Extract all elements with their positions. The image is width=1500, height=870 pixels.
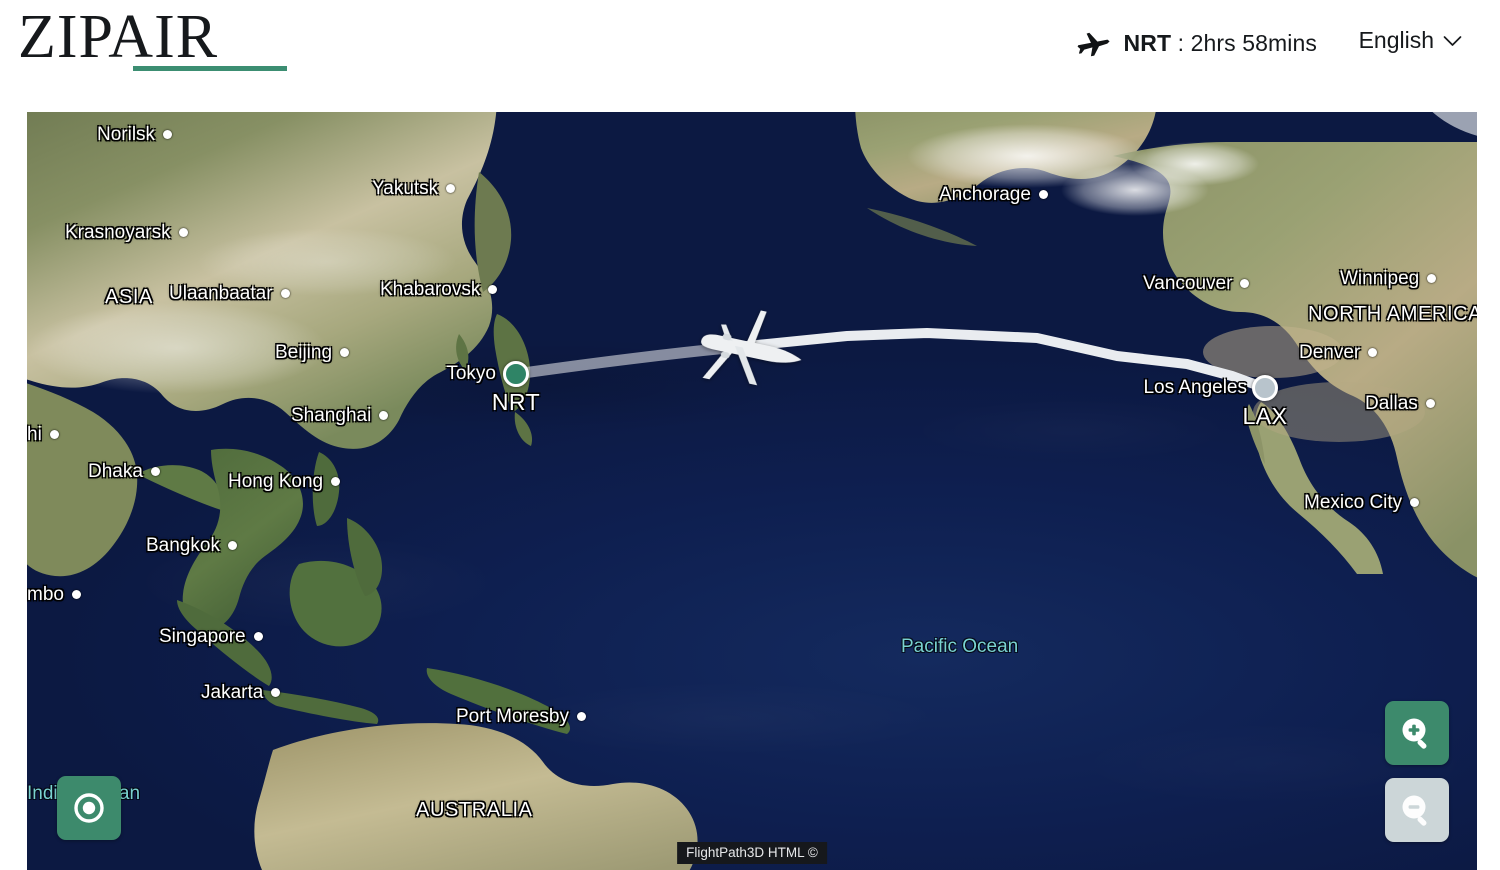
map-label-hong-kong: Hong Kong bbox=[228, 471, 341, 492]
map-label-text: Dhaka bbox=[88, 461, 143, 482]
map-label-text: Mexico City bbox=[1304, 492, 1403, 513]
city-dot-marker bbox=[163, 130, 173, 139]
map-label-text: Norilsk bbox=[97, 124, 156, 145]
map-label-text: Hong Kong bbox=[228, 471, 324, 492]
map-label-text: Singapore bbox=[159, 626, 246, 647]
city-dot-marker bbox=[340, 348, 350, 357]
city-dot-marker bbox=[1410, 498, 1420, 507]
airplane-icon bbox=[1077, 32, 1110, 57]
map-label-jakarta: Jakarta bbox=[201, 682, 281, 703]
map-label-text: Port Moresby bbox=[456, 706, 569, 727]
map-label-krasnoyarsk: Krasnoyarsk bbox=[65, 223, 188, 242]
flight-status: NRT : 2hrs 58mins bbox=[1077, 28, 1317, 58]
flight-map[interactable]: Tokyo NRT Los Angeles LAX Norilsk Yakutsk… bbox=[27, 112, 1477, 870]
city-dot-marker bbox=[576, 712, 586, 721]
flight-origin-code: NRT bbox=[1123, 29, 1172, 56]
zipair-logo[interactable]: ZIPAIR bbox=[18, 6, 218, 68]
map-label-text: Dallas bbox=[1365, 393, 1418, 414]
flight-status-separator: : bbox=[1171, 29, 1191, 56]
city-dot-marker bbox=[488, 285, 498, 294]
city-dot-marker bbox=[271, 688, 281, 697]
map-label-text: Winnipeg bbox=[1340, 268, 1420, 289]
map-label-text: Beijing bbox=[275, 342, 333, 363]
map-label-text: AUSTRALIA bbox=[416, 799, 533, 821]
map-label-text: Krasnoyarsk bbox=[65, 222, 171, 243]
map-label-beijing: Beijing bbox=[275, 342, 350, 363]
language-selector[interactable]: English bbox=[1359, 27, 1462, 54]
map-label-asia: ASIA bbox=[105, 287, 153, 307]
map-label-text: ASIA bbox=[105, 286, 153, 308]
recenter-map-button[interactable] bbox=[57, 776, 121, 840]
map-label-mexico-city: Mexico City bbox=[1304, 492, 1420, 513]
map-label-text: Pacific Ocean bbox=[901, 636, 1019, 657]
map-label-text: Jakarta bbox=[201, 682, 264, 703]
flight-time-remaining: 2hrs 58mins bbox=[1190, 29, 1317, 56]
map-label-text: mbo bbox=[27, 584, 64, 605]
map-label-dhaka: Dhaka bbox=[88, 462, 160, 481]
map-label-ulaanbaatar: Ulaanbaatar bbox=[169, 284, 290, 303]
map-label-text: Ulaanbaatar bbox=[169, 283, 273, 304]
map-label-text: Khabarovsk bbox=[380, 279, 481, 300]
city-dot-marker bbox=[1038, 190, 1048, 199]
city-dot-marker bbox=[1425, 399, 1435, 408]
origin-airport-marker[interactable] bbox=[503, 361, 529, 387]
city-dot-marker bbox=[49, 430, 59, 439]
city-dot-marker bbox=[71, 590, 81, 599]
map-label-text: NORTH AMERICA bbox=[1308, 303, 1477, 325]
logo-underline-accent bbox=[133, 66, 287, 71]
city-dot-marker bbox=[379, 411, 389, 420]
city-dot-marker bbox=[253, 632, 263, 641]
city-dot-marker bbox=[446, 184, 456, 193]
map-label-hi: hi bbox=[27, 425, 59, 444]
city-dot-marker bbox=[331, 477, 341, 486]
flight-status-text: NRT : 2hrs 58mins bbox=[1124, 30, 1317, 57]
origin-airport-code: NRT bbox=[491, 389, 541, 415]
destination-airport-marker[interactable] bbox=[1252, 375, 1278, 401]
map-label-bangkok: Bangkok bbox=[146, 536, 237, 555]
city-dot-marker bbox=[1240, 279, 1250, 288]
map-label-text: hi bbox=[27, 424, 42, 445]
map-label-anchorage: Anchorage bbox=[939, 185, 1048, 204]
map-label-text: Anchorage bbox=[939, 184, 1031, 205]
map-label-mbo: mbo bbox=[27, 585, 81, 604]
city-dot-marker bbox=[1368, 348, 1378, 357]
map-label-australia: AUSTRALIA bbox=[416, 800, 533, 820]
map-label-dallas: Dallas bbox=[1365, 394, 1435, 413]
map-label-denver: Denver bbox=[1299, 342, 1378, 363]
map-label-text: Vancouver bbox=[1143, 273, 1233, 294]
map-label-port-moresby: Port Moresby bbox=[456, 707, 586, 726]
destination-city-label: Los Angeles bbox=[1143, 377, 1247, 398]
map-label-text: Shanghai bbox=[291, 405, 372, 426]
city-dot-marker bbox=[1427, 274, 1437, 283]
map-label-text: Denver bbox=[1299, 342, 1361, 363]
map-label-pacific-ocean: Pacific Ocean bbox=[901, 637, 1018, 656]
map-label-north-america: NORTH AMERICA bbox=[1308, 304, 1477, 324]
zoom-out-button[interactable] bbox=[1385, 778, 1449, 842]
origin-city-label: Tokyo bbox=[446, 363, 496, 384]
map-label-shanghai: Shanghai bbox=[291, 405, 389, 426]
map-attribution: FlightPath3D HTML © bbox=[677, 842, 827, 864]
map-label-text: Bangkok bbox=[146, 535, 220, 556]
chevron-down-icon bbox=[1443, 35, 1462, 46]
magnifier-minus-icon bbox=[1402, 795, 1427, 826]
map-label-yakutsk: Yakutsk bbox=[372, 178, 456, 199]
magnifier-plus-icon bbox=[1402, 718, 1427, 749]
map-label-norilsk: Norilsk bbox=[97, 124, 173, 145]
target-icon bbox=[74, 793, 104, 823]
map-label-khabarovsk: Khabarovsk bbox=[380, 279, 498, 300]
city-dot-marker bbox=[178, 228, 188, 237]
city-dot-marker bbox=[150, 467, 160, 476]
app-header: ZIPAIR NRT : 2hrs 58mins English bbox=[0, 0, 1500, 112]
city-dot-marker bbox=[227, 541, 237, 550]
map-label-winnipeg: Winnipeg bbox=[1340, 268, 1437, 289]
language-label: English bbox=[1358, 27, 1434, 53]
city-dot-marker bbox=[280, 289, 290, 298]
map-label-singapore: Singapore bbox=[159, 627, 263, 646]
map-label-vancouver: Vancouver bbox=[1143, 273, 1250, 294]
map-label-text: Yakutsk bbox=[372, 178, 439, 199]
zoom-in-button[interactable] bbox=[1385, 701, 1449, 765]
destination-airport-code: LAX bbox=[1242, 403, 1288, 429]
